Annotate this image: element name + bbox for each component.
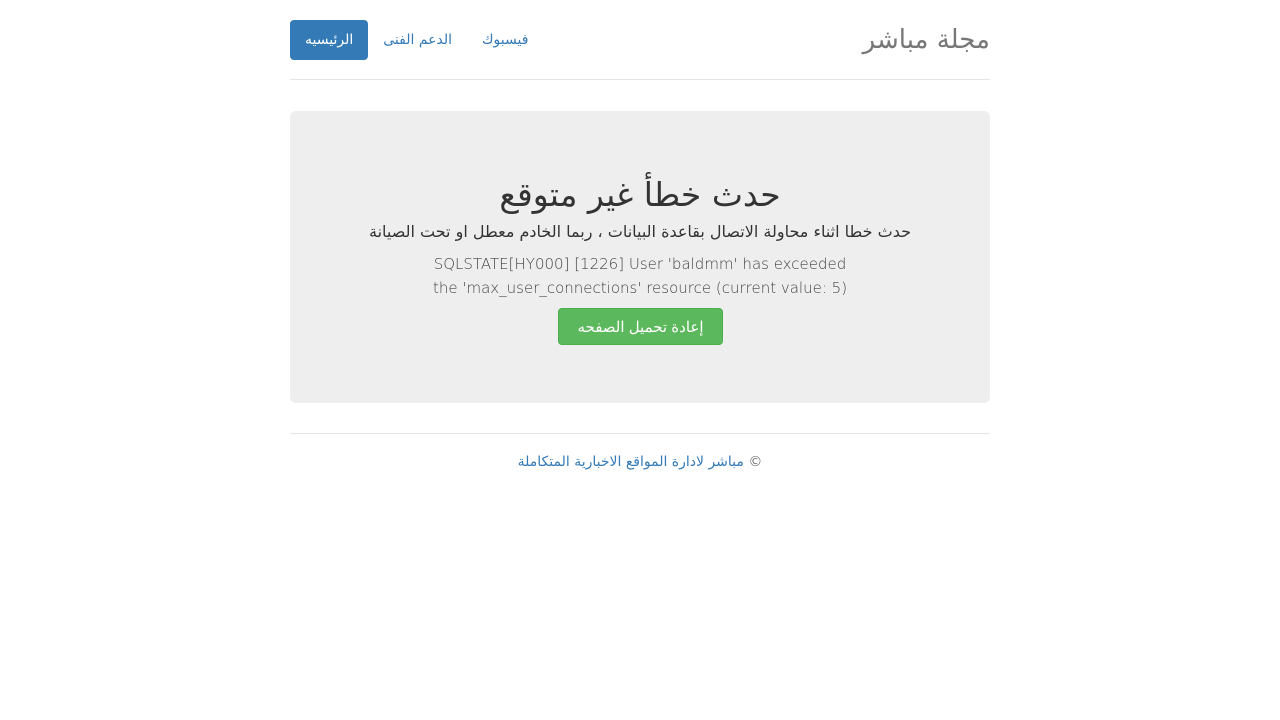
error-message: SQLSTATE[HY000] [1226] User 'baldmm' has…	[432, 255, 848, 297]
site-header: مجلة مباشر الرئيسيه الدعم الفنى فيسبوك	[290, 0, 990, 80]
site-brand: مجلة مباشر	[862, 25, 990, 55]
nav-item-support[interactable]: الدعم الفنى	[368, 20, 467, 60]
copyright-symbol: ©	[748, 454, 763, 470]
site-footer: © مباشر لادارة المواقع الاخبارية المتكام…	[290, 433, 990, 472]
reload-page-button[interactable]: إعادة تحميل الصفحه	[558, 308, 723, 345]
page-container: مجلة مباشر الرئيسيه الدعم الفنى فيسبوك ح…	[290, 0, 990, 470]
error-panel: حدث خطأ غير متوقع حدث خطا اثناء محاولة ا…	[290, 111, 990, 403]
nav-item-home[interactable]: الرئيسيه	[290, 20, 369, 60]
error-lead: حدث خطا اثناء محاولة الاتصال بقاعدة البي…	[369, 222, 911, 241]
nav-item-facebook[interactable]: فيسبوك	[467, 20, 543, 60]
error-title: حدث خطأ غير متوقع	[499, 175, 781, 214]
main-nav: الرئيسيه الدعم الفنى فيسبوك	[290, 20, 556, 60]
footer-link[interactable]: مباشر لادارة المواقع الاخبارية المتكاملة	[518, 454, 744, 470]
